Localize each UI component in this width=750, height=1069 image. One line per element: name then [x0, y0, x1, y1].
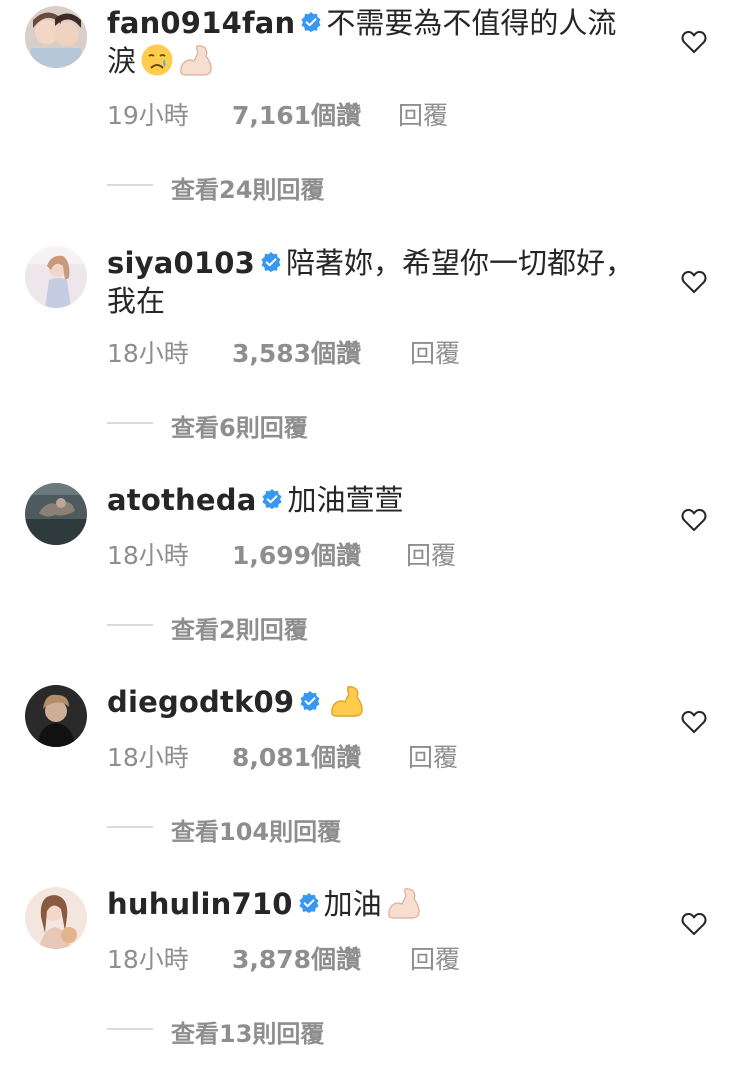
comment-text: 加油萱萱 [287, 483, 404, 517]
crying-face-icon [140, 43, 174, 77]
comment-body: atotheda 加油萱萱 [107, 481, 637, 519]
reply-button[interactable]: 回覆 [406, 536, 456, 572]
divider-line [107, 826, 153, 828]
verified-badge-icon [299, 893, 319, 913]
comment-body: fan0914fan 不需要為不值得的人流淚 [107, 4, 637, 80]
avatar[interactable] [25, 6, 87, 68]
likes-count[interactable]: 7,161個讚 [232, 96, 361, 132]
comment-time: 18小時 [107, 743, 189, 772]
avatar[interactable] [25, 483, 87, 545]
comment-time: 18小時 [107, 339, 189, 368]
heart-outline-icon[interactable] [681, 912, 707, 936]
likes-count[interactable]: 3,583個讚 [232, 334, 361, 370]
view-replies-label: 查看6則回覆 [171, 414, 308, 442]
view-replies-label: 查看104則回覆 [171, 818, 342, 846]
reply-button[interactable]: 回覆 [408, 738, 458, 774]
heart-outline-icon[interactable] [681, 30, 707, 54]
verified-badge-icon [262, 489, 282, 509]
divider-line [107, 624, 153, 626]
comment-body: diegodtk09 [107, 683, 637, 721]
avatar[interactable] [25, 887, 87, 949]
flexed-biceps-icon [329, 684, 367, 718]
avatar[interactable] [25, 246, 87, 308]
heart-outline-icon[interactable] [681, 508, 707, 532]
reply-button[interactable]: 回覆 [410, 334, 460, 370]
flexed-biceps-icon [178, 43, 216, 77]
comment-time: 19小時 [107, 101, 189, 130]
heart-outline-icon[interactable] [681, 710, 707, 734]
username[interactable]: fan0914fan [107, 6, 295, 40]
avatar[interactable] [25, 685, 87, 747]
comment-body: siya0103 陪著妳，希望你一切都好，我在 [107, 244, 637, 320]
verified-badge-icon [261, 252, 281, 272]
comment-time: 18小時 [107, 541, 189, 570]
verified-badge-icon [301, 12, 321, 32]
likes-count[interactable]: 1,699個讚 [232, 536, 361, 572]
likes-count[interactable]: 3,878個讚 [232, 940, 361, 976]
flexed-biceps-icon [386, 886, 424, 920]
view-replies-label: 查看13則回覆 [171, 1020, 325, 1048]
view-replies-label: 查看2則回覆 [171, 616, 308, 644]
reply-button[interactable]: 回覆 [398, 96, 448, 132]
verified-badge-icon [300, 691, 320, 711]
comment-text: 加油 [323, 887, 382, 921]
divider-line [107, 422, 153, 424]
comment-body: huhulin710 加油 [107, 885, 637, 923]
username[interactable]: diegodtk09 [107, 685, 294, 719]
divider-line [107, 1028, 153, 1030]
username[interactable]: atotheda [107, 483, 256, 517]
username[interactable]: huhulin710 [107, 887, 293, 921]
divider-line [107, 184, 153, 186]
username[interactable]: siya0103 [107, 246, 255, 280]
likes-count[interactable]: 8,081個讚 [232, 738, 361, 774]
reply-button[interactable]: 回覆 [410, 940, 460, 976]
comment-time: 18小時 [107, 945, 189, 974]
view-replies-label: 查看24則回覆 [171, 176, 325, 204]
heart-outline-icon[interactable] [681, 270, 707, 294]
